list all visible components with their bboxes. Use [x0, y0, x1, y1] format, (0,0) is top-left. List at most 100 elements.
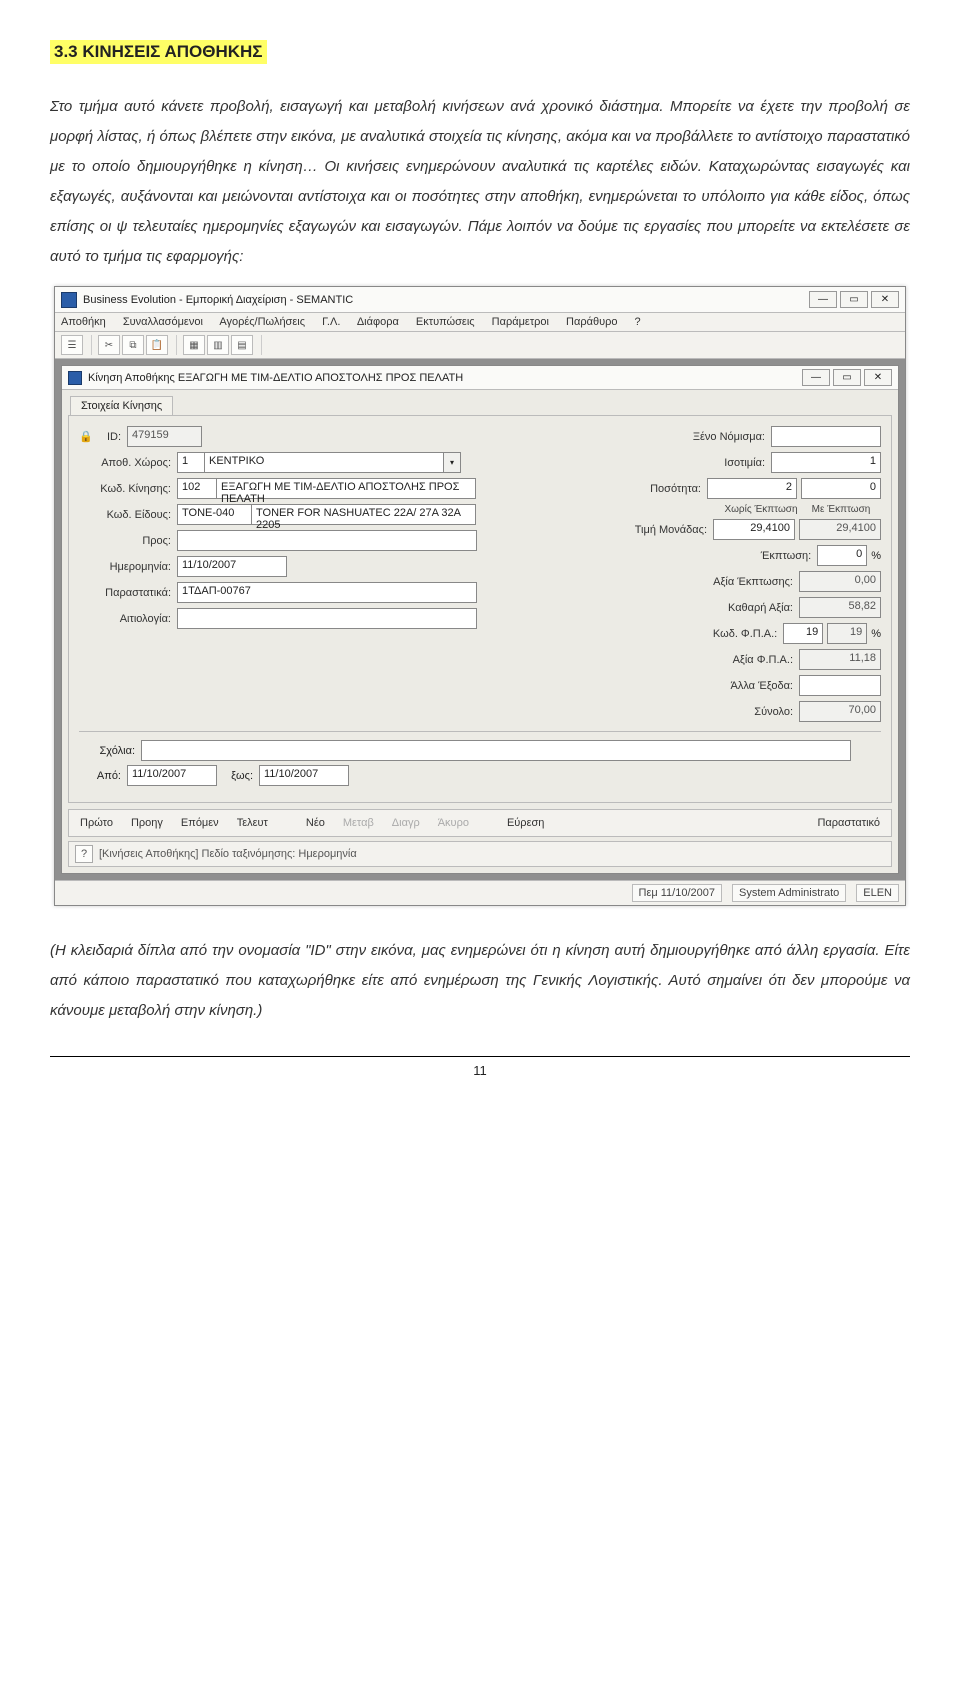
nav-new[interactable]: Νέο [301, 814, 330, 832]
nav-parastatiko[interactable]: Παραστατικό [812, 814, 885, 832]
col-header-discount: Με Έκπτωση [801, 504, 881, 515]
field-synolo: 70,00 [799, 701, 881, 722]
field-posotita-a[interactable]: 2 [707, 478, 797, 499]
label-aksia-ekpt: Αξία Έκπτωσης: [683, 576, 793, 588]
inner-titlebar: Κίνηση Αποθήκης ΕΞΑΓΩΓΗ ΜΕ ΤΙΜ-ΔΕΛΤΙΟ ΑΠ… [62, 366, 898, 390]
field-sxolia[interactable] [141, 740, 851, 761]
label-aksia-fpa: Αξία Φ.Π.Α.: [683, 654, 793, 666]
divider [79, 731, 881, 732]
label-kod-fpa: Κωδ. Φ.Π.Α.: [667, 628, 777, 640]
field-kathara-aksia: 58,82 [799, 597, 881, 618]
label-kod-kin: Κωδ. Κίνησης: [79, 483, 171, 495]
menu-parametroi[interactable]: Παράμετροι [492, 316, 549, 328]
label-date: Ημερομηνία: [79, 561, 171, 573]
menu-apothiki[interactable]: Αποθήκη [61, 316, 106, 328]
menu-parathyro[interactable]: Παράθυρο [566, 316, 617, 328]
field-eid-code[interactable]: TONE-040 [177, 504, 252, 525]
toolbar-btn-paste[interactable]: 📋 [146, 335, 168, 355]
minimize-button[interactable]: — [809, 291, 837, 308]
field-fpa-pct: 19 [827, 623, 867, 644]
field-timi-a[interactable]: 29,4100 [713, 519, 795, 540]
field-apo[interactable]: 11/10/2007 [127, 765, 217, 786]
tab-stoixeia-kinisis[interactable]: Στοιχεία Κίνησης [70, 396, 173, 415]
app-icon [61, 292, 77, 308]
label-pct: % [871, 550, 881, 562]
field-parast[interactable]: 1ΤΔΑΠ-00767 [177, 582, 477, 603]
label-xeno-nomisma: Ξένο Νόμισμα: [655, 431, 765, 443]
field-aksia-fpa: 11,18 [799, 649, 881, 670]
menu-bar: Αποθήκη Συναλλασόμενοι Αγορές/Πωλήσεις Γ… [55, 313, 905, 332]
menu-gl[interactable]: Γ.Λ. [322, 316, 340, 328]
label-fpa-pct: % [871, 628, 881, 640]
toolbar: ☰ ✂ ⧉ 📋 ▦ ▥ ▤ [55, 332, 905, 359]
field-timi-b: 29,4100 [799, 519, 881, 540]
field-xeno-nomisma[interactable] [771, 426, 881, 447]
menu-agores[interactable]: Αγορές/Πωλήσεις [219, 316, 305, 328]
tab-body: 🔒 ID: 479159 Αποθ. Χώρος: 1 ΚΕΝΤΡΙΚΟ ▾ Κ… [68, 415, 892, 803]
label-kathara-aksia: Καθαρή Αξία: [683, 602, 793, 614]
field-kin-desc[interactable]: ΕΞΑΓΩΓΗ ΜΕ ΤΙΜ-ΔΕΛΤΙΟ ΑΠΟΣΤΟΛΗΣ ΠΡΟΣ ΠΕΛ… [217, 478, 476, 499]
page-number: 11 [50, 1056, 910, 1078]
app-window: Business Evolution - Εμπορική Διαχείριση… [54, 286, 906, 906]
label-sxolia: Σχόλια: [85, 745, 135, 757]
nav-find[interactable]: Εύρεση [502, 814, 549, 832]
field-kin-code[interactable]: 102 [177, 478, 217, 499]
toolbar-btn-list[interactable]: ☰ [61, 335, 83, 355]
label-timi-monadas: Τιμή Μονάδας: [597, 524, 707, 536]
toolbar-btn-c[interactable]: ▤ [231, 335, 253, 355]
inner-status-bar: ? [Κινήσεις Αποθήκης] Πεδίο ταξινόμησης:… [68, 841, 892, 867]
inner-window-buttons: — ▭ ✕ [802, 369, 892, 386]
label-id: ID: [97, 431, 121, 443]
toolbar-btn-b[interactable]: ▥ [207, 335, 229, 355]
field-eid-desc[interactable]: TONER FOR NASHUATEC 22A/ 27A 32A 2205 [252, 504, 476, 525]
menu-ektyposeis[interactable]: Εκτυπώσεις [416, 316, 475, 328]
close-button[interactable]: ✕ [871, 291, 899, 308]
status-company: ELEN [856, 884, 899, 902]
app-titlebar: Business Evolution - Εμπορική Διαχείριση… [55, 287, 905, 313]
label-eos: ξως: [223, 770, 253, 782]
label-aitiol: Αιτιολογία: [79, 613, 171, 625]
label-posotita: Ποσότητα: [591, 483, 701, 495]
inner-close-button[interactable]: ✕ [864, 369, 892, 386]
field-posotita-b[interactable]: 0 [801, 478, 881, 499]
inner-minimize-button[interactable]: — [802, 369, 830, 386]
label-apo: Από: [85, 770, 121, 782]
field-aitiol[interactable] [177, 608, 477, 629]
field-apoth-code[interactable]: 1 [177, 452, 205, 473]
nav-edit: Μεταβ [338, 814, 379, 832]
status-date: Πεμ 11/10/2007 [632, 884, 722, 902]
nav-prev[interactable]: Προηγ [126, 814, 168, 832]
field-id: 479159 [127, 426, 202, 447]
field-ekptosi[interactable]: 0 [817, 545, 867, 566]
paragraph-2: (Η κλειδαριά δίπλα από την ονομασία "ID"… [50, 936, 910, 1026]
nav-last[interactable]: Τελευτ [232, 814, 273, 832]
field-date[interactable]: 11/10/2007 [177, 556, 287, 577]
toolbar-btn-cut[interactable]: ✂ [98, 335, 120, 355]
menu-help[interactable]: ? [635, 316, 641, 328]
toolbar-btn-copy[interactable]: ⧉ [122, 335, 144, 355]
field-apoth-desc[interactable]: ΚΕΝΤΡΙΚΟ [205, 452, 444, 473]
dropdown-apoth[interactable]: ▾ [444, 452, 461, 473]
inner-maximize-button[interactable]: ▭ [833, 369, 861, 386]
menu-synallasomenoi[interactable]: Συναλλασόμενοι [123, 316, 203, 328]
inner-window: Κίνηση Αποθήκης ΕΞΑΓΩΓΗ ΜΕ ΤΙΜ-ΔΕΛΤΙΟ ΑΠ… [61, 365, 899, 874]
field-pros[interactable] [177, 530, 477, 551]
label-alla-eksoda: Άλλα Έξοδα: [683, 680, 793, 692]
field-eos[interactable]: 11/10/2007 [259, 765, 349, 786]
nav-first[interactable]: Πρώτο [75, 814, 118, 832]
maximize-button[interactable]: ▭ [840, 291, 868, 308]
menu-diafora[interactable]: Διάφορα [357, 316, 399, 328]
field-fpa-code[interactable]: 19 [783, 623, 823, 644]
field-isotimia[interactable]: 1 [771, 452, 881, 473]
field-alla-eksoda[interactable] [799, 675, 881, 696]
window-buttons: — ▭ ✕ [809, 291, 899, 308]
nav-next[interactable]: Επόμεν [176, 814, 224, 832]
app-title: Business Evolution - Εμπορική Διαχείριση… [83, 294, 353, 306]
label-isotimia: Ισοτιμία: [655, 457, 765, 469]
outer-status-bar: Πεμ 11/10/2007 System Administrato ELEN [55, 880, 905, 905]
nav-delete: Διαγρ [387, 814, 425, 832]
label-parast: Παραστατικά: [79, 587, 171, 599]
help-icon[interactable]: ? [75, 845, 93, 863]
label-synolo: Σύνολο: [683, 706, 793, 718]
toolbar-btn-a[interactable]: ▦ [183, 335, 205, 355]
